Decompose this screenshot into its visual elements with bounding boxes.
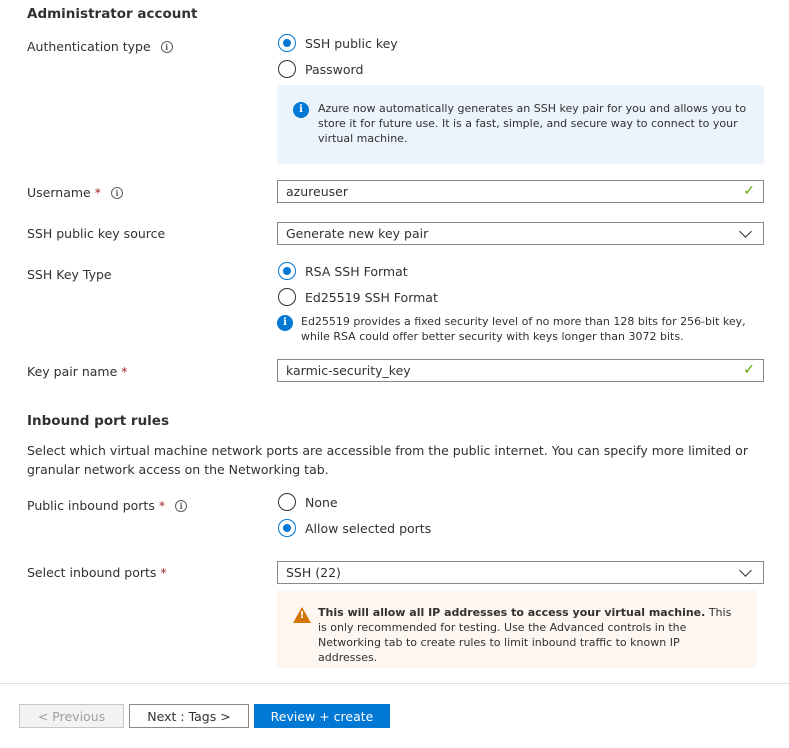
username-label-text: Username — [27, 185, 91, 200]
authentication-type-label: Authentication type i — [27, 39, 173, 54]
ssh-key-source-label: SSH public key source — [27, 226, 166, 241]
ssh-info-callout: i Azure now automatically generates an S… — [277, 85, 764, 164]
inbound-port-rules-heading: Inbound port rules — [27, 413, 169, 429]
key-pair-name-label-text: Key pair name — [27, 364, 118, 379]
chevron-down-icon — [739, 563, 752, 577]
required-asterisk: * — [94, 185, 101, 200]
radio-button-checked[interactable] — [278, 262, 296, 280]
key-pair-name-input[interactable]: karmic-security_key ✓ — [277, 359, 764, 382]
radio-allow-selected-ports[interactable]: Allow selected ports — [278, 519, 431, 537]
warning-bold-text: This will allow all IP addresses to acce… — [318, 606, 706, 619]
create-vm-basics-page: Administrator account Authentication typ… — [0, 0, 789, 748]
info-circle-icon: i — [293, 102, 309, 118]
radio-button[interactable] — [278, 288, 296, 306]
chevron-down-icon — [739, 224, 752, 238]
radio-button[interactable] — [278, 60, 296, 78]
radio-label: RSA SSH Format — [305, 263, 408, 279]
radio-password[interactable]: Password — [278, 60, 363, 78]
inbound-description: Select which virtual machine network por… — [27, 443, 748, 477]
ssh-key-source-value: Generate new key pair — [286, 226, 429, 241]
next-tags-button[interactable]: Next : Tags > — [129, 704, 249, 728]
select-inbound-ports-dropdown[interactable]: SSH (22) — [277, 561, 764, 584]
radio-label: Ed25519 SSH Format — [305, 289, 438, 305]
select-inbound-ports-label: Select inbound ports * — [27, 565, 167, 580]
info-icon[interactable]: i — [110, 186, 123, 199]
info-icon[interactable]: i — [175, 499, 188, 512]
username-input[interactable]: azureuser ✓ — [277, 180, 764, 203]
radio-button-checked[interactable] — [278, 519, 296, 537]
select-inbound-ports-value: SSH (22) — [286, 565, 341, 580]
radio-label: Password — [305, 61, 364, 77]
warning-callout: ! This will allow all IP addresses to ac… — [277, 590, 757, 668]
required-asterisk: * — [160, 565, 167, 580]
key-pair-name-value: karmic-security_key — [286, 363, 411, 378]
username-value: azureuser — [286, 184, 348, 199]
public-inbound-ports-label-text: Public inbound ports — [27, 498, 155, 513]
radio-button[interactable] — [278, 493, 296, 511]
radio-label: Allow selected ports — [305, 520, 432, 536]
radio-rsa-ssh-format[interactable]: RSA SSH Format — [278, 262, 408, 280]
public-inbound-ports-label: Public inbound ports * i — [27, 498, 188, 513]
key-pair-name-label: Key pair name * — [27, 364, 128, 379]
key-type-hint: Ed25519 provides a fixed security level … — [301, 315, 746, 343]
footer-divider — [0, 683, 789, 684]
radio-ed25519-ssh-format[interactable]: Ed25519 SSH Format — [278, 288, 438, 306]
checkmark-icon: ✓ — [743, 362, 755, 378]
radio-button-checked[interactable] — [278, 34, 296, 52]
radio-label: SSH public key — [305, 35, 398, 51]
info-icon[interactable]: i — [160, 40, 173, 53]
previous-button[interactable]: < Previous — [19, 704, 124, 728]
ssh-key-source-dropdown[interactable]: Generate new key pair — [277, 222, 764, 245]
checkmark-icon: ✓ — [743, 183, 755, 199]
authentication-type-label-text: Authentication type — [27, 39, 151, 54]
info-circle-icon: i — [277, 315, 293, 331]
select-inbound-ports-label-text: Select inbound ports — [27, 565, 157, 580]
radio-ssh-public-key[interactable]: SSH public key — [278, 34, 398, 52]
ssh-key-type-label: SSH Key Type — [27, 267, 112, 282]
review-create-button[interactable]: Review + create — [254, 704, 390, 728]
required-asterisk: * — [158, 498, 166, 513]
username-label: Username * i — [27, 185, 123, 200]
radio-none[interactable]: None — [278, 493, 338, 511]
required-asterisk: * — [121, 364, 128, 379]
warning-icon-mark: ! — [299, 610, 305, 621]
administrator-account-heading: Administrator account — [27, 6, 198, 22]
radio-label: None — [305, 494, 338, 510]
ssh-info-text: Azure now automatically generates an SSH… — [318, 102, 747, 145]
